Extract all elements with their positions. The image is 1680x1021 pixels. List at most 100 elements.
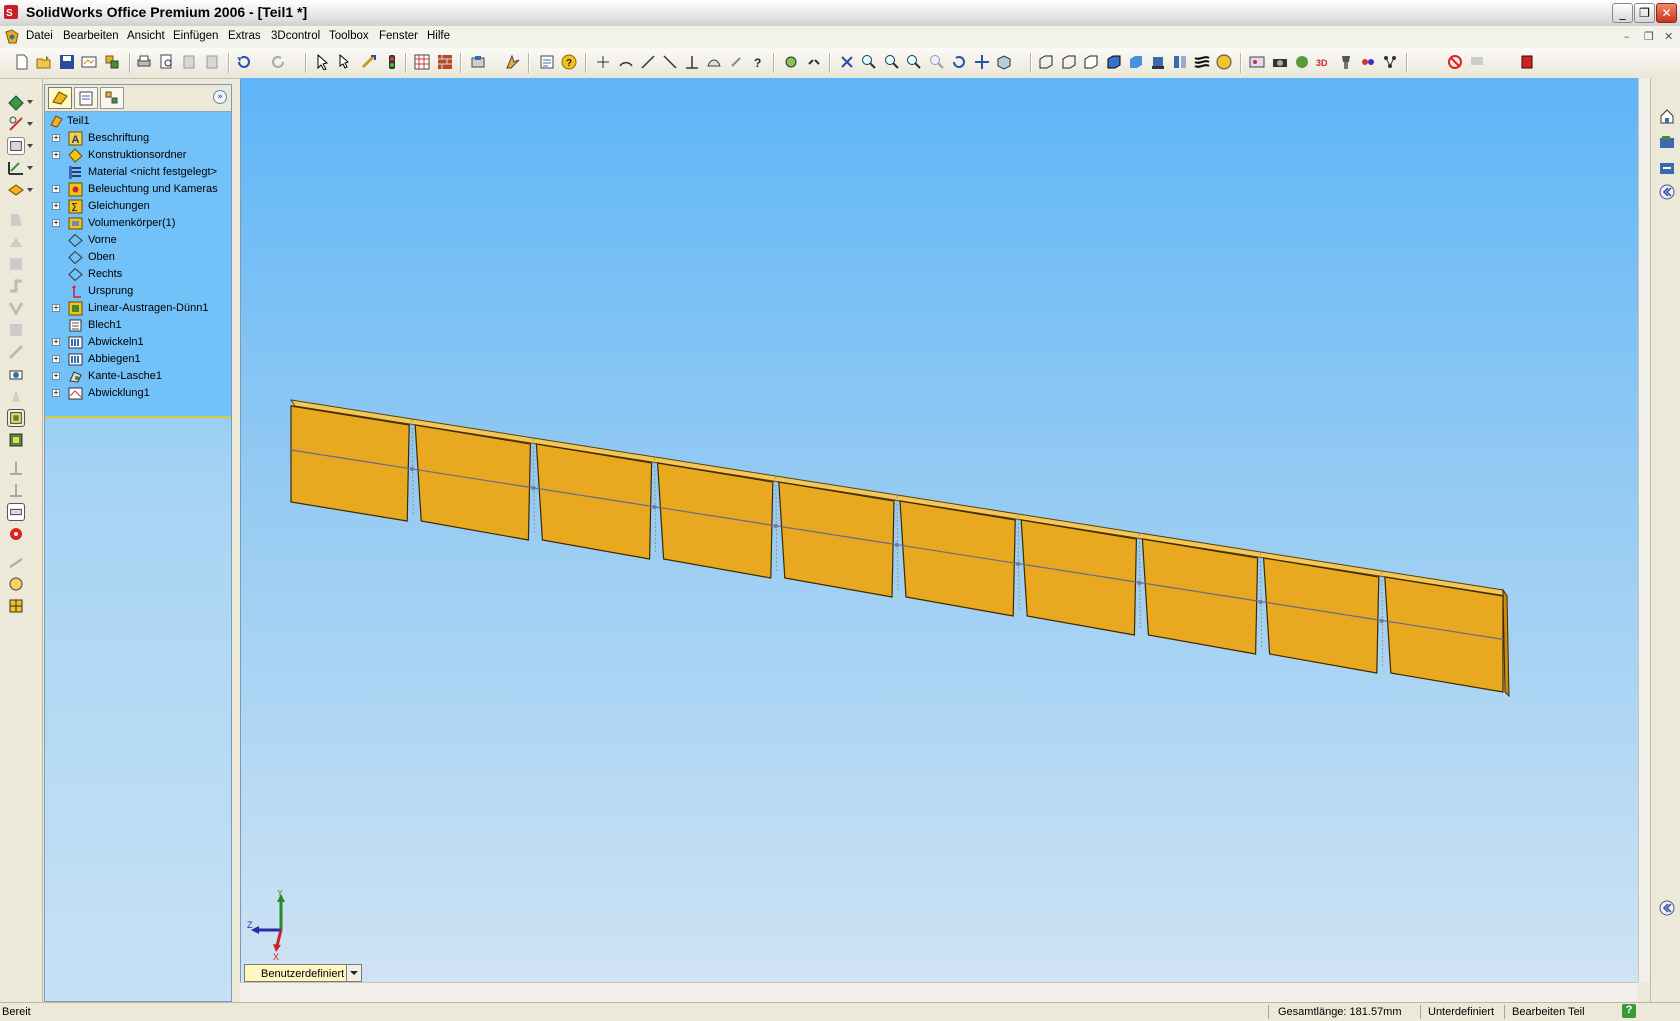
realview-icon[interactable] xyxy=(1216,54,1232,70)
shadows-icon[interactable] xyxy=(1150,54,1166,70)
forbidden-icon[interactable] xyxy=(1447,54,1463,70)
menu-extras[interactable]: Extras xyxy=(228,30,261,42)
tree-item-vorne[interactable]: Vorne xyxy=(45,232,231,249)
menu-einfuegen[interactable]: Einfügen xyxy=(173,30,218,42)
rotate-view-icon[interactable] xyxy=(951,54,967,70)
part-panel-5[interactable] xyxy=(778,481,895,598)
chevron-down-icon[interactable] xyxy=(27,122,33,126)
base-flange-icon[interactable] xyxy=(7,211,25,229)
menu-fenster[interactable]: Fenster xyxy=(379,30,418,42)
zoom-to-selection-icon[interactable] xyxy=(929,54,945,70)
break-corner-icon[interactable] xyxy=(7,365,25,383)
tree-item-beleuchtung[interactable]: + Beleuchtung und Kameras xyxy=(45,181,231,198)
design-table-icon[interactable] xyxy=(7,597,25,615)
section-view-icon[interactable] xyxy=(1172,54,1188,70)
wireframe-icon[interactable] xyxy=(1038,54,1054,70)
design-library-icon[interactable] xyxy=(1659,134,1675,150)
make-assembly-icon[interactable] xyxy=(104,54,120,70)
document-close-button[interactable]: ✕ xyxy=(1664,30,1673,43)
exit-icon[interactable] xyxy=(1519,54,1535,70)
tree-root[interactable]: Teil1 xyxy=(45,113,231,130)
tree-item-oben[interactable]: Oben xyxy=(45,249,231,266)
solidworks-menu-icon[interactable] xyxy=(4,29,20,45)
whats-wrong-icon[interactable]: ? xyxy=(750,54,766,70)
relation-icon[interactable] xyxy=(728,54,744,70)
view-orientation-icon[interactable] xyxy=(996,54,1012,70)
part-panel-6[interactable] xyxy=(899,500,1016,617)
shaded-edges-icon[interactable] xyxy=(1106,54,1122,70)
tree-item-linear-austragen[interactable]: + Linear-Austragen-Dünn1 xyxy=(45,300,231,317)
menu-datei[interactable]: Datei xyxy=(26,30,53,42)
hem-icon[interactable] xyxy=(7,255,25,273)
sheet-metal-part[interactable] xyxy=(241,78,1639,982)
options-icon[interactable] xyxy=(470,54,486,70)
pan-icon[interactable] xyxy=(974,54,990,70)
copy-icon[interactable] xyxy=(204,54,220,70)
save-icon[interactable] xyxy=(59,54,75,70)
menu-hilfe[interactable]: Hilfe xyxy=(427,30,450,42)
comment-icon[interactable] xyxy=(1469,54,1485,70)
material-editor-icon[interactable] xyxy=(437,54,453,70)
horizontal-scrollbar[interactable] xyxy=(240,982,1638,1003)
3d-icon[interactable]: 3D xyxy=(1316,54,1332,70)
close-button[interactable]: ✕ xyxy=(1656,3,1677,23)
collapse-panel-button[interactable]: » xyxy=(213,90,227,104)
chevron-down-icon[interactable] xyxy=(27,100,33,104)
curvature-icon[interactable] xyxy=(1194,54,1210,70)
part-panel-3[interactable] xyxy=(535,443,653,560)
plugin-icon[interactable] xyxy=(1294,54,1310,70)
tree-item-gleichungen[interactable]: + Σ Gleichungen xyxy=(45,198,231,215)
vent-icon[interactable] xyxy=(7,553,25,571)
features-toolbar-icon[interactable] xyxy=(7,93,25,111)
zoom-to-fit-icon[interactable] xyxy=(861,54,877,70)
grid-icon[interactable] xyxy=(414,54,430,70)
arc-icon[interactable] xyxy=(618,54,634,70)
print-preview-icon[interactable] xyxy=(159,54,175,70)
flatten-icon[interactable] xyxy=(7,409,25,427)
help-status-icon[interactable]: ? xyxy=(1622,1004,1636,1018)
tree-item-konstruktionsordner[interactable]: + Konstruktionsordner xyxy=(45,147,231,164)
insert-bends-icon[interactable] xyxy=(7,459,25,477)
part-panel-1[interactable] xyxy=(290,405,410,522)
undo-icon[interactable] xyxy=(236,54,252,70)
welded-corner-icon[interactable] xyxy=(7,343,25,361)
chevron-down-icon[interactable] xyxy=(27,188,33,192)
tree-item-blech[interactable]: Blech1 xyxy=(45,317,231,334)
configurationmanager-tab-icon[interactable] xyxy=(100,87,124,109)
expand-toggle[interactable]: + xyxy=(52,304,60,312)
help-icon[interactable]: ? xyxy=(561,54,577,70)
expand-task-pane-icon[interactable] xyxy=(1659,900,1675,916)
expand-toggle[interactable]: + xyxy=(52,372,60,380)
propertymanager-tab-icon[interactable] xyxy=(74,87,98,109)
fold-toolbar-icon[interactable] xyxy=(7,503,25,521)
simulation-icon[interactable] xyxy=(1360,54,1376,70)
hidden-lines-removed-icon[interactable] xyxy=(1083,54,1099,70)
hidden-lines-visible-icon[interactable] xyxy=(1061,54,1077,70)
home-icon[interactable] xyxy=(1659,108,1675,124)
tree-item-beschriftung[interactable]: + A Beschriftung xyxy=(45,130,231,147)
document-minimize-button[interactable]: – xyxy=(1624,30,1630,43)
photoworks-icon[interactable] xyxy=(505,54,521,70)
featuremanager-tab-icon[interactable] xyxy=(48,87,72,109)
part-panel-10[interactable] xyxy=(1384,576,1504,693)
open-icon[interactable] xyxy=(36,54,52,70)
view-orientation-dropdown[interactable]: Benutzerdefiniert xyxy=(244,964,362,982)
expand-toggle[interactable]: + xyxy=(52,219,60,227)
rip-icon[interactable] xyxy=(7,387,25,405)
select-filter-icon[interactable] xyxy=(338,54,354,70)
reference-geometry-icon[interactable] xyxy=(7,159,25,177)
graphics-area[interactable]: Y Z X xyxy=(240,78,1639,982)
expand-toggle[interactable]: + xyxy=(52,355,60,363)
properties-icon[interactable] xyxy=(539,54,555,70)
link-icon[interactable] xyxy=(806,54,822,70)
part-panel-7[interactable] xyxy=(1020,519,1138,636)
traffic-light-icon[interactable] xyxy=(384,54,400,70)
molecule-icon[interactable] xyxy=(1382,54,1398,70)
tree-item-kante-lasche[interactable]: + Kante-Lasche1 xyxy=(45,368,231,385)
expand-toggle[interactable]: + xyxy=(52,185,60,193)
restore-button[interactable]: ❐ xyxy=(1634,3,1655,23)
menu-bearbeiten[interactable]: Bearbeiten xyxy=(63,30,119,42)
point-icon[interactable] xyxy=(595,54,611,70)
menu-toolbox[interactable]: Toolbox xyxy=(329,30,369,42)
sketched-bend-icon[interactable] xyxy=(7,299,25,317)
